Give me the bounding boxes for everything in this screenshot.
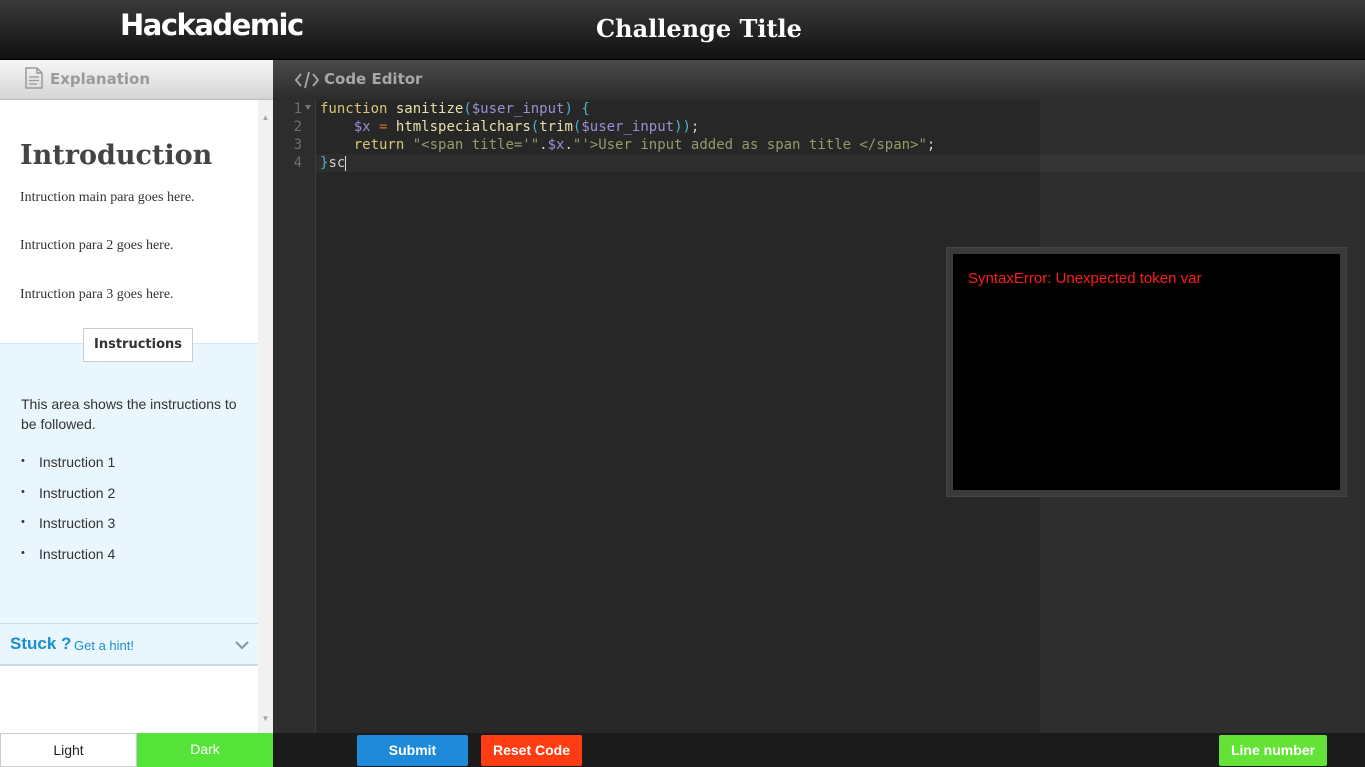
instructions-description: This area shows the instructions to be f… xyxy=(21,396,237,432)
error-message: SyntaxError: Unexpected token var xyxy=(968,270,1202,287)
submit-button[interactable]: Submit xyxy=(357,735,468,766)
list-item: Instruction 3 xyxy=(21,515,115,546)
code-editor-label: Code Editor xyxy=(324,70,423,88)
list-item: Instruction 2 xyxy=(21,485,115,516)
code-token: $user_input xyxy=(581,119,675,135)
reset-code-button[interactable]: Reset Code xyxy=(481,735,582,766)
code-line[interactable]: }sc xyxy=(320,154,347,172)
code-line[interactable]: return "<span title='".$x."'>User input … xyxy=(320,136,936,154)
code-token: "<span title='" xyxy=(412,137,540,153)
line-number: 3 xyxy=(293,137,302,153)
list-item: Instruction 1 xyxy=(21,454,115,485)
explanation-label: Explanation xyxy=(50,70,151,88)
instructions-tab[interactable]: Instructions xyxy=(83,328,193,362)
code-icon xyxy=(294,71,320,94)
top-bar: Hackademic Challenge Title xyxy=(0,0,1365,60)
code-token: htmlspecialchars xyxy=(395,119,531,135)
editor-gutter: 1 2 3 4 xyxy=(273,100,316,733)
code-token: sc xyxy=(328,155,346,171)
intro-title: Introduction xyxy=(20,140,213,171)
active-line-highlight xyxy=(273,154,1365,172)
scroll-up-icon[interactable]: ▲ xyxy=(258,113,273,122)
code-token: $x xyxy=(547,137,565,153)
text-cursor xyxy=(345,155,347,171)
code-token: $x xyxy=(353,119,371,135)
line-number: 2 xyxy=(293,119,302,135)
code-editor-header: Code Editor xyxy=(273,60,1365,100)
code-token: ; xyxy=(690,119,700,135)
code-token: trim xyxy=(539,119,573,135)
bottom-toolbar: Light Dark Submit Reset Code Line number xyxy=(0,733,1365,767)
explanation-content: Introduction Intruction main para goes h… xyxy=(0,110,258,733)
list-item: Instruction 4 xyxy=(21,546,115,577)
code-token: return xyxy=(353,137,405,153)
explanation-header: Explanation xyxy=(0,60,273,100)
scrollbar[interactable]: ▲ ▼ xyxy=(258,100,273,733)
theme-dark-button[interactable]: Dark xyxy=(137,733,273,767)
code-token: )) xyxy=(674,119,691,135)
hint-stuck-label: Stuck ? xyxy=(10,634,72,653)
code-token: { xyxy=(581,101,590,117)
instructions-list: Instruction 1 Instruction 2 Instruction … xyxy=(21,454,115,576)
line-number: 1 xyxy=(293,101,302,117)
code-token: $user_input xyxy=(471,101,565,117)
scroll-down-icon[interactable]: ▼ xyxy=(258,714,273,723)
fold-icon[interactable] xyxy=(305,105,311,110)
get-hint-link[interactable]: Get a hint! xyxy=(74,638,134,653)
intro-paragraph: Intruction para 2 goes here. xyxy=(20,238,174,253)
code-token: function xyxy=(320,101,388,117)
line-number-button[interactable]: Line number xyxy=(1219,735,1327,766)
error-output: SyntaxError: Unexpected token var xyxy=(953,254,1340,490)
challenge-title: Challenge Title xyxy=(596,14,802,43)
chevron-down-icon[interactable] xyxy=(235,637,249,655)
code-token: . xyxy=(564,137,573,153)
error-output-frame: SyntaxError: Unexpected token var xyxy=(946,247,1347,497)
code-token: ( xyxy=(530,119,540,135)
hint-toggle[interactable]: Stuck ? Get a hint! xyxy=(0,623,258,666)
theme-light-button[interactable]: Light xyxy=(0,733,137,767)
line-number: 4 xyxy=(293,155,302,171)
code-token: ) xyxy=(564,101,573,117)
instructions-section: Instructions This area shows the instruc… xyxy=(0,328,258,623)
document-icon xyxy=(24,67,44,94)
code-token: sanitize xyxy=(395,101,464,117)
explanation-panel: Introduction Intruction main para goes h… xyxy=(0,100,273,733)
code-token: . xyxy=(539,137,548,153)
intro-paragraph: Intruction main para goes here. xyxy=(20,190,195,205)
code-token: ; xyxy=(926,137,936,153)
code-token: ( xyxy=(463,101,472,117)
intro-paragraph: Intruction para 3 goes here. xyxy=(20,287,174,302)
code-line[interactable]: $x = htmlspecialchars(trim($user_input))… xyxy=(320,118,700,136)
code-token: "'>User input added as span title </span… xyxy=(572,137,927,153)
code-line[interactable]: function sanitize($user_input) { xyxy=(320,100,590,118)
code-token: = xyxy=(379,119,388,135)
